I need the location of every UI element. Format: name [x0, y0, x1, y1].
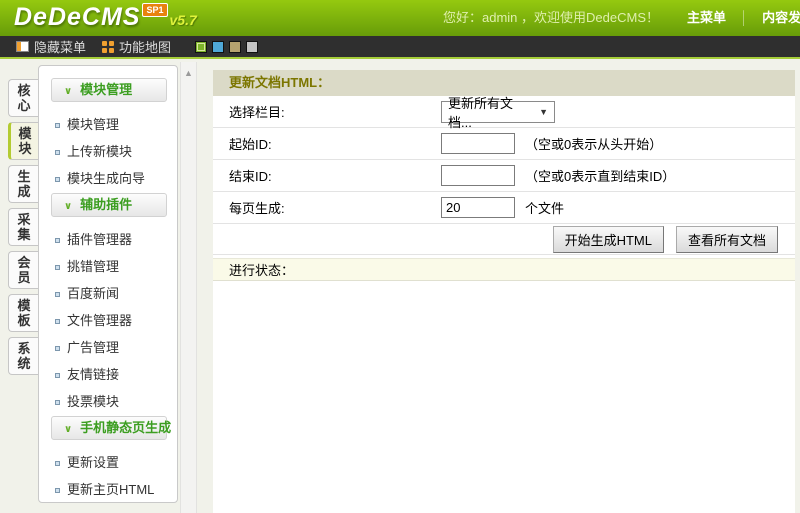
sidebar: ∨模块管理 模块管理 上传新模块 模块生成向导 ∨辅助插件 插件管理器 挑错管理…: [38, 65, 178, 503]
tab-collect[interactable]: 采集: [8, 208, 39, 246]
bullet-icon: [55, 461, 60, 466]
start-generate-button[interactable]: 开始生成HTML: [553, 226, 664, 253]
tab-system[interactable]: 系统: [8, 337, 39, 375]
end-id-label: 结束ID:: [213, 166, 441, 185]
sidebar-item-ad-manage[interactable]: 广告管理: [39, 333, 177, 360]
theme-swatch-gray[interactable]: [246, 41, 258, 53]
bullet-icon: [55, 265, 60, 270]
bullet-icon: [55, 373, 60, 378]
section-mobile-static[interactable]: ∨手机静态页生成: [51, 416, 167, 440]
scroll-up-icon[interactable]: ▲: [181, 62, 196, 78]
sp1-badge: SP1: [142, 3, 167, 17]
greeting-text: 您好：admin ，欢迎使用DedeCMS！: [443, 10, 659, 25]
start-id-label: 起始ID:: [213, 134, 441, 153]
bullet-icon: [55, 150, 60, 155]
sidebar-item-plugin-manager[interactable]: 插件管理器: [39, 225, 177, 252]
tab-core[interactable]: 核心: [8, 79, 39, 117]
sidebar-item-upload-module[interactable]: 上传新模块: [39, 137, 177, 164]
category-select-value: 更新所有文档...: [448, 93, 533, 131]
theme-swatch-green[interactable]: [195, 41, 207, 53]
sidebar-item-error-report[interactable]: 挑错管理: [39, 252, 177, 279]
main-content: 更新文档HTML： 选择栏目: 更新所有文档... ▼ 起始ID: （空或0表示…: [213, 70, 795, 513]
sidebar-scrollbar[interactable]: ▲: [180, 62, 197, 513]
end-id-input[interactable]: [441, 165, 515, 186]
hide-menu-icon: [16, 41, 29, 52]
form-row-start-id: 起始ID: （空或0表示从头开始）: [213, 128, 795, 160]
chevron-down-icon: ∨: [64, 424, 72, 435]
bullet-icon: [55, 488, 60, 493]
toolbar: 隐藏菜单 功能地图: [0, 36, 800, 59]
logo: DeDeCMSSP1v5.7: [14, 3, 197, 32]
end-id-hint: （空或0表示直到结束ID）: [525, 166, 675, 185]
bullet-icon: [55, 400, 60, 405]
sidebar-item-module-manage[interactable]: 模块管理: [39, 110, 177, 137]
menu-separator: │: [740, 10, 748, 25]
status-bar: 进行状态：: [213, 258, 795, 281]
bullet-icon: [55, 319, 60, 324]
top-menu-main[interactable]: 主菜单: [673, 10, 740, 25]
category-label: 选择栏目:: [213, 102, 441, 121]
form-row-per-page: 每页生成: 个文件: [213, 192, 795, 224]
module-tabs: 核心 模块 生成 采集 会员 模板 系统: [8, 79, 39, 380]
tab-module[interactable]: 模块: [8, 122, 39, 160]
function-map-button[interactable]: 功能地图: [102, 37, 171, 56]
category-select[interactable]: 更新所有文档... ▼: [441, 101, 555, 123]
form-row-category: 选择栏目: 更新所有文档... ▼: [213, 96, 795, 128]
chevron-down-icon: ▼: [539, 107, 548, 117]
tab-generate[interactable]: 生成: [8, 165, 39, 203]
bullet-icon: [55, 292, 60, 297]
sidebar-item-friend-links[interactable]: 友情链接: [39, 360, 177, 387]
app-header: DeDeCMSSP1v5.7 您好：admin ，欢迎使用DedeCMS！ 主菜单…: [0, 0, 800, 36]
per-page-label: 每页生成:: [213, 198, 441, 217]
per-page-hint: 个文件: [525, 198, 564, 217]
hide-menu-button[interactable]: 隐藏菜单: [16, 37, 86, 56]
bullet-icon: [55, 238, 60, 243]
theme-swatches: [195, 41, 263, 53]
theme-swatch-tan[interactable]: [229, 41, 241, 53]
per-page-input[interactable]: [441, 197, 515, 218]
sidebar-item-module-wizard[interactable]: 模块生成向导: [39, 164, 177, 191]
view-all-docs-button[interactable]: 查看所有文档: [676, 226, 778, 253]
logo-text: DeDeCMS: [14, 3, 140, 31]
form-row-end-id: 结束ID: （空或0表示直到结束ID）: [213, 160, 795, 192]
section-aux-plugins[interactable]: ∨辅助插件: [51, 193, 167, 217]
bullet-icon: [55, 177, 60, 182]
form-actions: 开始生成HTML 查看所有文档: [213, 224, 795, 255]
chevron-down-icon: ∨: [64, 86, 72, 97]
sidebar-item-update-home-html[interactable]: 更新主页HTML: [39, 475, 177, 502]
sidebar-item-update-settings[interactable]: 更新设置: [39, 448, 177, 475]
start-id-hint: （空或0表示从头开始）: [525, 134, 662, 153]
bullet-icon: [55, 123, 60, 128]
section-module-manage[interactable]: ∨模块管理: [51, 78, 167, 102]
sidebar-item-vote-module[interactable]: 投票模块: [39, 387, 177, 414]
chevron-down-icon: ∨: [64, 201, 72, 212]
sidebar-item-baidu-news[interactable]: 百度新闻: [39, 279, 177, 306]
top-menu-content-publish[interactable]: 内容发布: [748, 10, 800, 25]
bullet-icon: [55, 346, 60, 351]
sidebar-item-update-column-html[interactable]: 更新栏目HTML: [39, 502, 177, 503]
tab-member[interactable]: 会员: [8, 251, 39, 289]
tab-template[interactable]: 模板: [8, 294, 39, 332]
function-map-icon: [102, 41, 114, 53]
sidebar-item-file-manager[interactable]: 文件管理器: [39, 306, 177, 333]
theme-swatch-blue[interactable]: [212, 41, 224, 53]
header-right: 您好：admin ，欢迎使用DedeCMS！主菜单│内容发布│内容管理: [443, 0, 800, 36]
start-id-input[interactable]: [441, 133, 515, 154]
version-label: v5.7: [170, 12, 197, 28]
